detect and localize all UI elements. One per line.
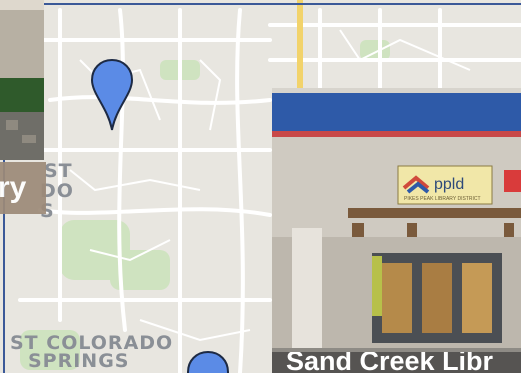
map-label-fragment: ST bbox=[44, 160, 73, 182]
street bbox=[199, 59, 222, 131]
road bbox=[235, 8, 245, 373]
location-pin-icon[interactable] bbox=[186, 350, 230, 373]
svg-text:ppld: ppld bbox=[434, 176, 464, 193]
map-area-label: SPRINGS bbox=[28, 350, 130, 372]
street bbox=[339, 29, 471, 71]
library-caption-text: Sand Creek Libr bbox=[286, 352, 494, 373]
library-caption-left: ry bbox=[0, 162, 46, 214]
location-pin-icon[interactable] bbox=[90, 58, 134, 132]
svg-text:PIKES PEAK LIBRARY DISTRICT: PIKES PEAK LIBRARY DISTRICT bbox=[404, 196, 481, 202]
photo-content: ppld PIKES PEAK LIBRARY DISTRICT bbox=[272, 88, 521, 373]
photo-content bbox=[0, 0, 44, 160]
library-caption-sand-creek: Sand Creek Libr bbox=[272, 352, 521, 373]
road bbox=[38, 207, 272, 217]
library-photo-left[interactable] bbox=[0, 0, 44, 160]
library-photo-sand-creek[interactable]: ppld PIKES PEAK LIBRARY DISTRICT bbox=[272, 88, 521, 373]
